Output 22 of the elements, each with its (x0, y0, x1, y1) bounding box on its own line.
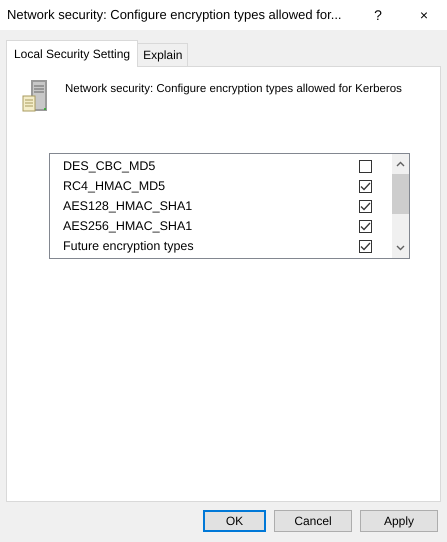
help-button[interactable]: ? (355, 0, 401, 30)
encryption-type-label: DES_CBC_MD5 (63, 158, 156, 175)
tab[interactable]: Explain (137, 43, 188, 66)
checkbox[interactable] (359, 160, 372, 172)
scroll-up-icon[interactable] (396, 161, 405, 167)
dialog-button[interactable]: Cancel (274, 510, 352, 532)
dialog-button[interactable]: Apply (360, 510, 438, 532)
dialog-button[interactable]: OK (203, 510, 266, 532)
checkbox[interactable] (359, 220, 372, 232)
scrollbar[interactable] (392, 154, 409, 258)
checkbox[interactable] (359, 180, 372, 192)
encryption-type-label: RC4_HMAC_MD5 (63, 178, 166, 195)
scroll-down-icon[interactable] (396, 245, 405, 251)
policy-description: Network security: Configure encryption types allowed for Kerberos (65, 82, 402, 97)
encryption-type-label: AES256_HMAC_SHA1 (63, 218, 194, 235)
window-title: Network security: Configure encryption types allowed for... (7, 6, 343, 24)
tab[interactable]: Local Security Setting (6, 40, 138, 67)
encryption-type-label: AES128_HMAC_SHA1 (63, 198, 194, 215)
checkbox[interactable] (359, 200, 372, 212)
encryption-type-label: Future encryption types (63, 238, 195, 255)
close-button[interactable]: × (401, 0, 447, 30)
checkbox[interactable] (359, 240, 372, 252)
